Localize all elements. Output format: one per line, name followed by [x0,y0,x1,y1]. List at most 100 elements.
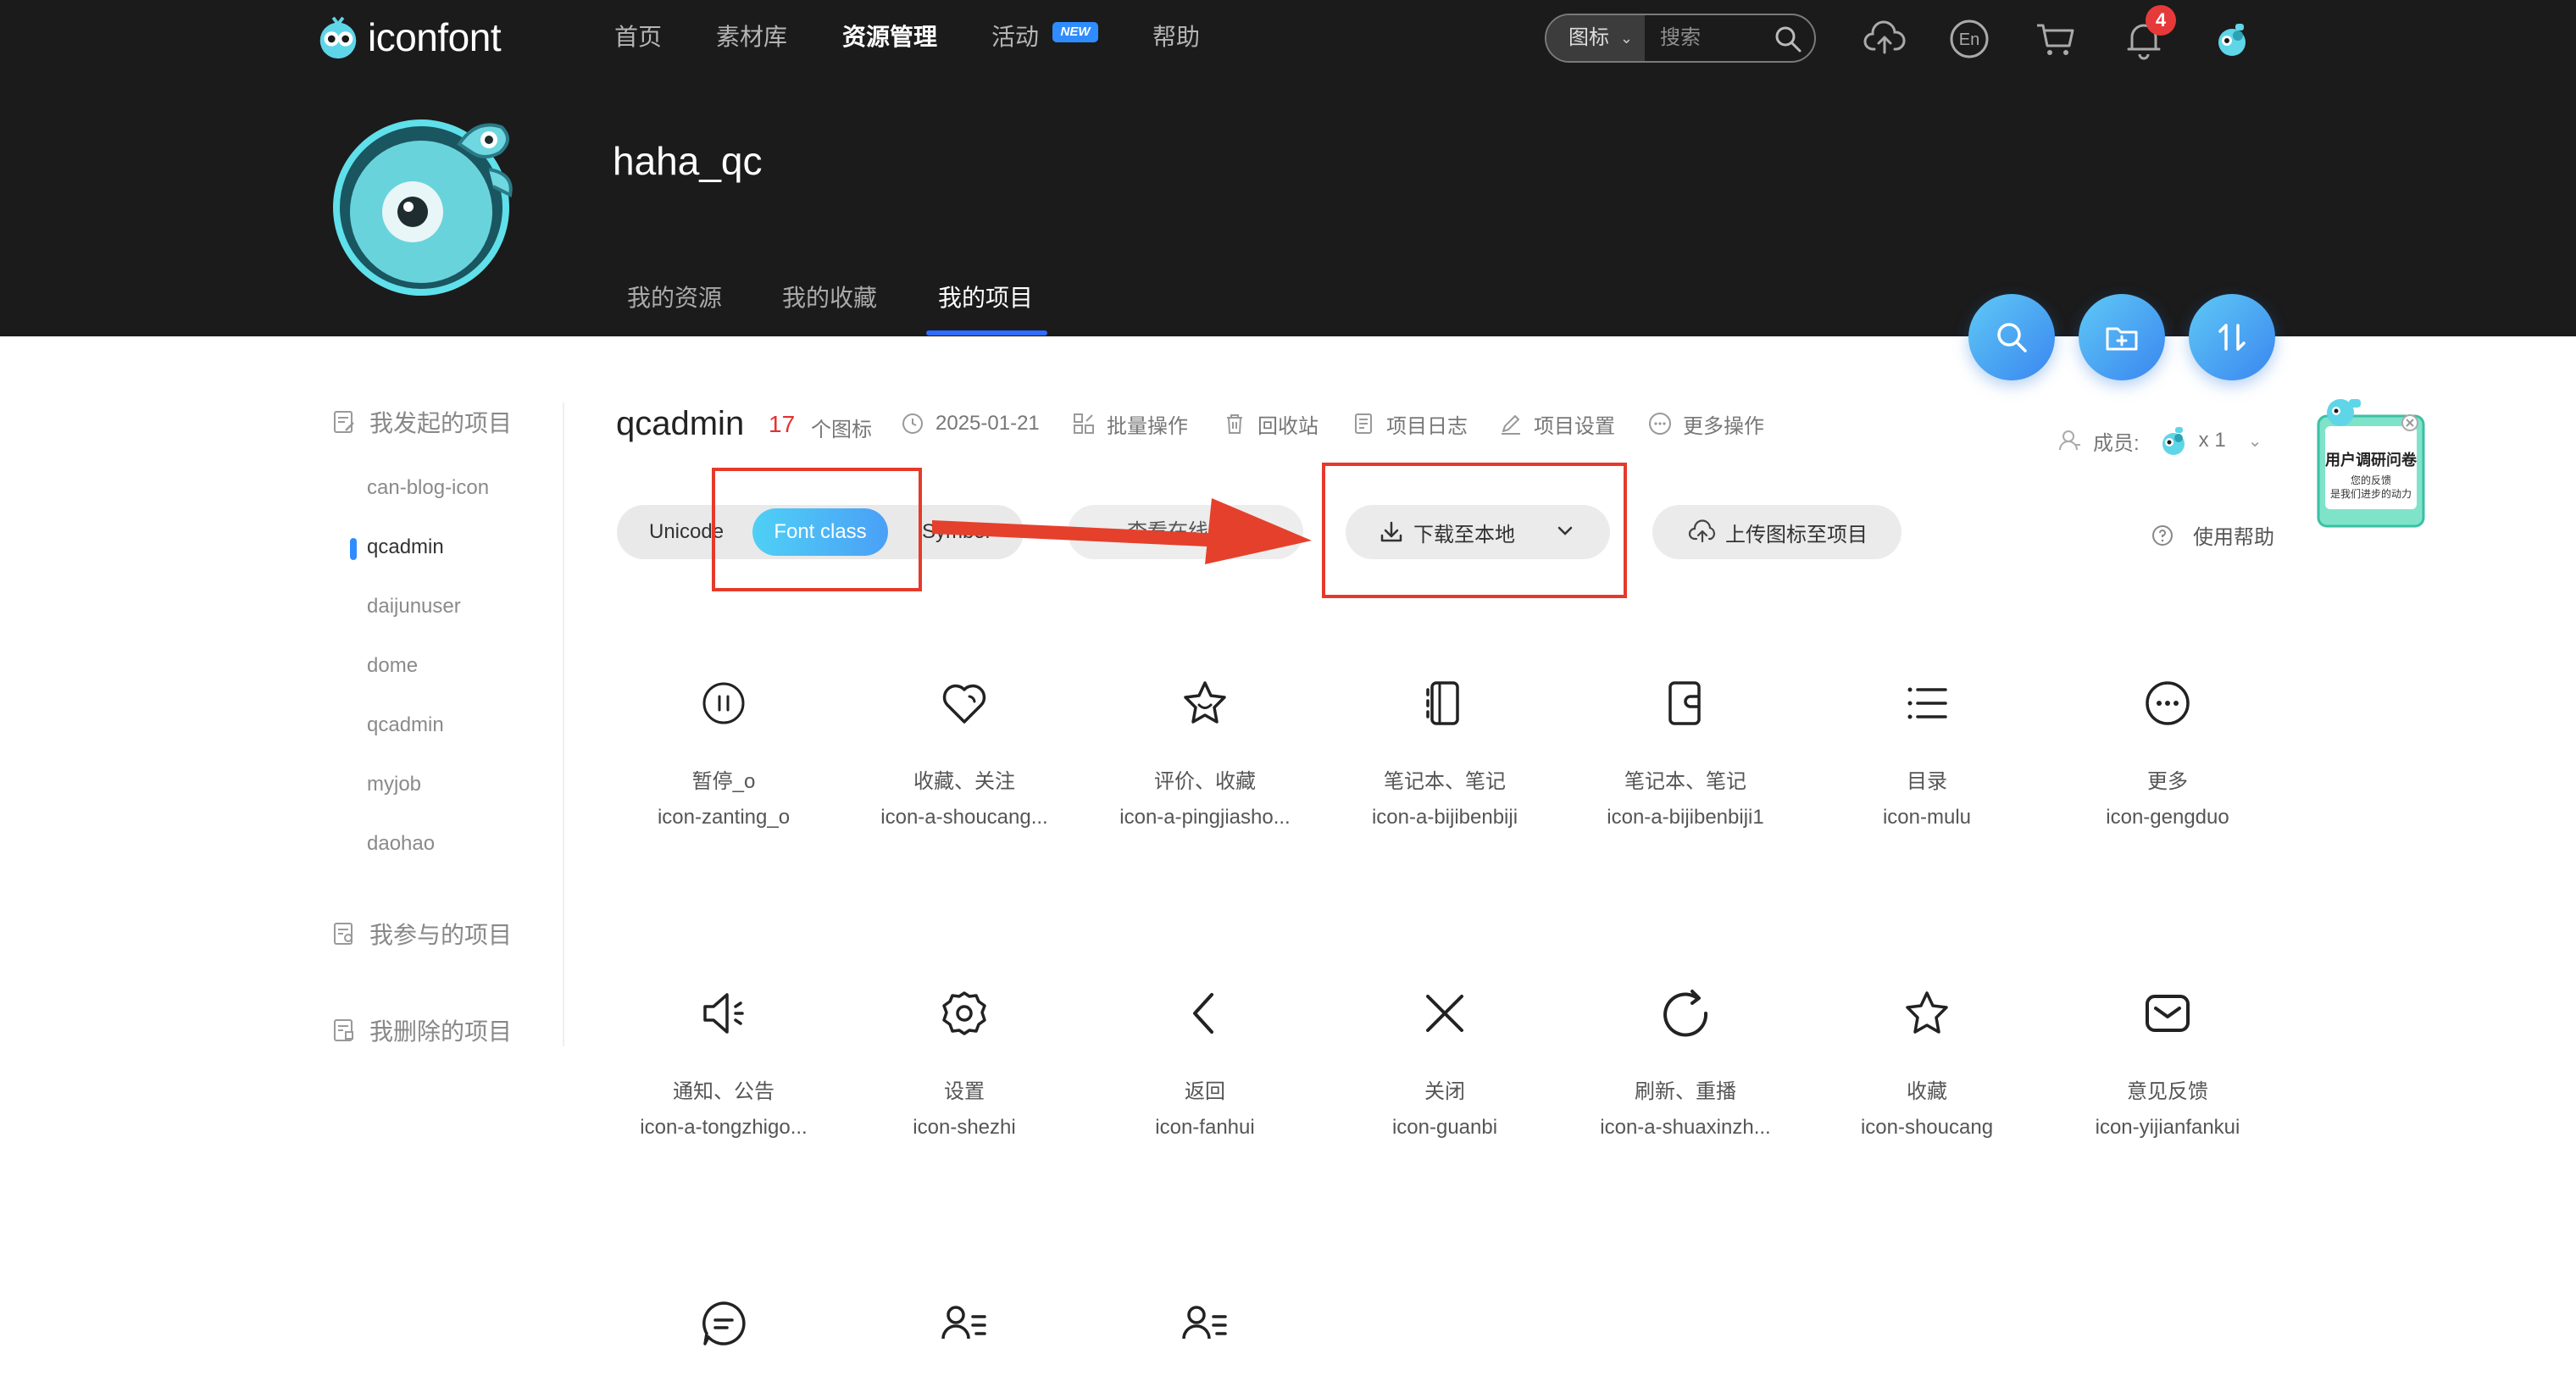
star-smile-icon [1180,678,1230,729]
svg-text:En: En [1959,31,1979,49]
user-avatar-icon[interactable] [2208,15,2256,63]
sidebar-project-item-active[interactable]: qcadmin [367,535,444,559]
icon-card[interactable]: 笔记本、笔记 icon-a-bijibenbiji [1330,678,1559,829]
icon-card[interactable]: 收藏 icon-shoucang [1813,988,2041,1140]
icon-name: 收藏 [1907,1080,1947,1103]
tab-my-favorites[interactable]: 我的收藏 [782,280,877,313]
usage-help-label: 使用帮助 [2193,526,2274,549]
sidebar-project-item[interactable]: can-blog-icon [367,476,489,500]
nav-materials[interactable]: 素材库 [716,19,787,56]
nav-resource-management[interactable]: 资源管理 [842,19,937,56]
icon-card[interactable]: 目录 icon-mulu [1813,678,2041,829]
nav-activities[interactable]: 活动 NEW [991,19,1098,56]
search-type-select[interactable]: 图标 ⌄ [1546,15,1645,61]
icon-card[interactable]: 评价、收藏 icon-a-pingjiasho... [1091,678,1319,829]
tab-my-resources[interactable]: 我的资源 [627,280,722,313]
chevron-down-icon: ⌄ [2247,431,2262,451]
upload-icon-label: 上传图标至项目 [1725,523,1868,546]
sidebar-project-item[interactable]: daohao [367,832,435,856]
fab-new-project-button[interactable] [2079,294,2165,380]
document-list-icon [1355,413,1372,434]
iconfont-logo[interactable]: iconfont [314,12,502,63]
nav-help[interactable]: 帮助 [1152,19,1200,56]
icon-code: icon-guanbi [1391,1116,1498,1139]
sidebar-group-started[interactable]: 我发起的项目 [330,405,512,439]
icon-name: 设置 [944,1080,985,1103]
chameleon-logo-icon [319,16,357,59]
icon-card[interactable]: 更多 icon-gengduo [2053,678,2282,829]
icon-name: 目录 [1907,770,1947,793]
icon-code: icon-mulu [1882,806,1972,829]
trash-icon [1227,414,1242,434]
usage-help-link[interactable]: 使用帮助 [2151,520,2274,550]
batch-operation-button[interactable]: 批量操作 [1071,407,1188,441]
icon-name: 暂停_o [691,770,756,793]
sidebar-project-item[interactable]: dome [367,654,418,678]
project-title: qcadmin [616,405,745,442]
project-date: 2025-01-21 [900,407,1040,441]
search-input[interactable] [1645,15,1772,61]
project-settings-button[interactable]: 项目设置 [1498,407,1615,441]
project-log-button[interactable]: 项目日志 [1351,407,1468,441]
icon-card[interactable]: 设置 icon-shezhi [850,988,1079,1140]
search-icon[interactable] [1774,25,1802,53]
project-date-text: 2025-01-21 [935,412,1040,435]
icon-card[interactable] [1091,1298,1319,1349]
member-avatar [2162,427,2185,455]
icon-count: 17 [769,411,796,437]
user-list-icon [939,1298,990,1349]
close-icon [1419,988,1470,1039]
icon-card[interactable]: 刷新、重播 icon-a-shuaxinzh... [1571,988,1800,1140]
highlight-box-font-class [712,468,922,591]
upload-icon-button[interactable]: 上传图标至项目 [1652,505,1901,559]
more-operations-label: 更多操作 [1683,414,1764,438]
user-survey-widget[interactable]: 用户调研问卷 您的反馈 是我们进步的动力 [2310,392,2429,532]
more-circle-icon [2142,678,2193,729]
icon-card[interactable]: 暂停_o icon-zanting_o [609,678,838,829]
icon-code: icon-a-shoucang... [880,806,1048,829]
annotation-arrow [932,498,1312,564]
icon-card[interactable]: 通知、公告 icon-a-tongzhigo... [609,988,838,1140]
recycle-bin-button[interactable]: 回收站 [1222,407,1319,441]
cart-icon[interactable] [2032,15,2079,63]
project-settings-label: 项目设置 [1534,414,1615,438]
more-circle-icon [1649,413,1671,435]
clock-icon [902,413,923,434]
icon-code: icon-a-tongzhigo... [640,1116,808,1139]
icon-card[interactable]: 笔记本、笔记 icon-a-bijibenbiji1 [1571,678,1800,829]
icon-card[interactable]: 返回 icon-fanhui [1091,988,1319,1140]
icon-card[interactable]: 意见反馈 icon-yijianfankui [2053,988,2282,1140]
nav-home[interactable]: 首页 [614,19,662,56]
sidebar-project-item[interactable]: qcadmin [367,713,444,737]
language-en-icon[interactable]: En [1946,15,1993,63]
sidebar-group-deleted[interactable]: 我删除的项目 [330,1013,512,1047]
icon-name: 笔记本、笔记 [1624,770,1746,793]
upload-cloud-icon[interactable] [1861,15,1908,63]
icon-code: icon-a-shuaxinzh... [1600,1116,1771,1139]
icon-code: icon-fanhui [1155,1116,1255,1139]
icon-card[interactable]: 关闭 icon-guanbi [1330,988,1559,1140]
folder-plus-icon [2106,327,2138,351]
icon-card[interactable] [609,1298,838,1349]
pencil-icon [1502,415,1520,435]
project-log-label: 项目日志 [1386,414,1468,438]
project-members[interactable]: 成员: x 1 ⌄ [2057,424,2262,458]
pause-circle-icon [698,678,749,729]
icon-code: icon-yijianfankui [2095,1116,2240,1139]
more-operations-button[interactable]: 更多操作 [1647,407,1764,441]
icon-card[interactable]: 收藏、关注 icon-a-shoucang... [850,678,1079,829]
fab-search-button[interactable] [1968,294,2055,380]
icon-card[interactable] [850,1298,1079,1349]
icon-code: icon-a-bijibenbiji [1371,806,1518,829]
recycle-bin-label: 回收站 [1257,414,1319,438]
fab-sort-button[interactable] [2189,294,2275,380]
sidebar-project-item[interactable]: myjob [367,773,421,796]
icon-code: icon-a-pingjiasho... [1119,806,1291,829]
icon-name: 收藏、关注 [913,770,1015,793]
tab-my-projects[interactable]: 我的项目 [938,280,1033,313]
heart-icon [939,678,990,729]
sidebar-project-item[interactable]: daijunuser [367,595,461,619]
sidebar-group-joined[interactable]: 我参与的项目 [330,917,512,951]
user-icon [2059,430,2080,451]
user-list-icon [1180,1298,1230,1349]
